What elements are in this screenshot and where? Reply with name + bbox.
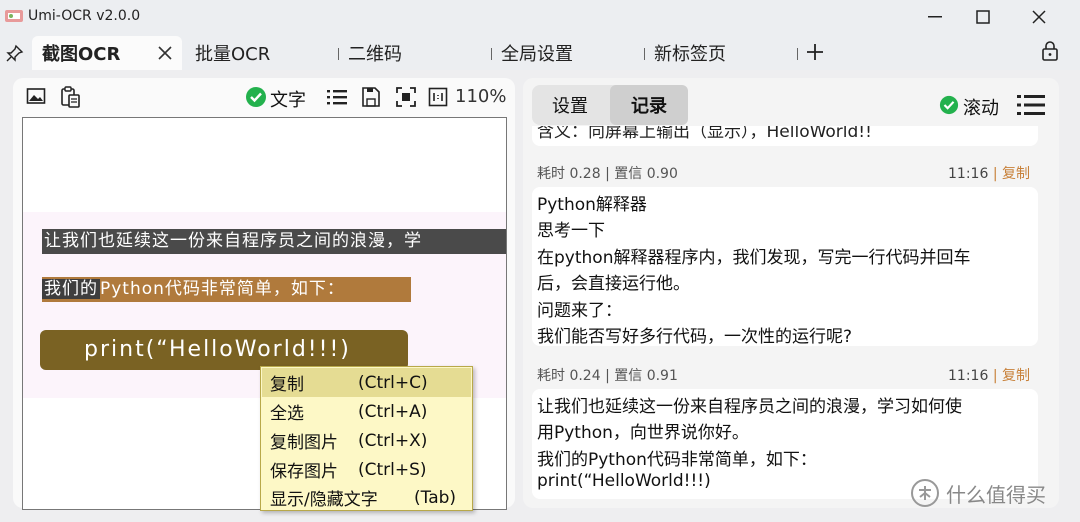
menu-item-toggle-text[interactable]: 显示/隐藏文字 (Tab) (262, 483, 471, 512)
tab-global-settings[interactable]: 全局设置 (501, 36, 641, 70)
ocr-text-line-1[interactable]: 让我们也延续这一份来自程序员之间的浪漫，学 (42, 229, 506, 254)
maximize-icon (976, 10, 990, 24)
tab-new[interactable]: 新标签页 (654, 36, 794, 70)
record-text-line[interactable]: Python解释器 (537, 190, 647, 215)
record-text-line[interactable]: 我们的Python代码非常简单，如下： (537, 445, 817, 470)
menu-item-shortcut: (Ctrl+A) (358, 401, 428, 422)
save-icon[interactable] (361, 86, 381, 108)
menu-item-label: 复制图片 (270, 433, 338, 453)
menu-item-shortcut: (Tab) (414, 487, 457, 508)
app-icon (5, 10, 23, 22)
record-text-line[interactable]: 后，会直接运行他。 (537, 269, 690, 294)
tab-label: 截图OCR (42, 44, 121, 65)
tab-separator (491, 48, 492, 60)
fit-screen-icon[interactable] (395, 86, 417, 108)
tab-label: 全局设置 (501, 44, 573, 65)
record-text-line[interactable]: 让我们也延续这一份来自程序员之间的浪漫，学习如何使 (537, 392, 962, 417)
close-icon (1032, 10, 1046, 24)
menu-item-shortcut: (Ctrl+S) (358, 459, 427, 480)
text-toggle-check-icon[interactable] (245, 86, 267, 108)
record-text-line[interactable]: print(“HelloWorld!!!) (537, 471, 711, 491)
watermark-text: 什么值得买 (946, 482, 1046, 507)
minimize-icon (928, 16, 942, 18)
tab-label: 设置 (552, 96, 588, 117)
tab-close-icon[interactable] (158, 46, 172, 60)
record-copy-link[interactable]: 复制 (1002, 166, 1030, 182)
list-view-icon[interactable] (326, 87, 348, 107)
paste-icon[interactable] (58, 85, 82, 109)
tab-separator (644, 48, 645, 60)
scroll-check-icon[interactable] (939, 95, 959, 115)
menu-item-copy-image[interactable]: 复制图片 (Ctrl+X) (262, 426, 471, 455)
menu-item-label: 保存图片 (270, 462, 338, 482)
ocr-text-highlight: 我们的 (42, 279, 100, 299)
add-tab-icon[interactable] (805, 42, 825, 62)
tab-qrcode[interactable]: 二维码 (348, 36, 488, 70)
tab-label: 批量OCR (195, 44, 271, 65)
pin-icon[interactable] (6, 44, 24, 62)
maximize-button[interactable] (960, 2, 1006, 32)
tab-batch-ocr[interactable]: 批量OCR (195, 36, 335, 70)
record-text-line[interactable]: 问题来了： (537, 296, 622, 321)
tab-records[interactable]: 记录 (610, 85, 688, 125)
zoom-level: 110% (455, 86, 507, 107)
record-meta: 耗时 0.24 | 置信 0.91 (537, 368, 678, 384)
menu-icon[interactable] (1017, 93, 1045, 117)
ocr-text-selected: Python代码非常简单，如下： (100, 279, 345, 299)
record-text-line[interactable]: 用Python，向世界说你好。 (537, 418, 749, 443)
menu-item-select-all[interactable]: 全选 (Ctrl+A) (262, 397, 471, 426)
menu-item-label: 复制 (270, 375, 304, 395)
tab-bar: 截图OCR 批量OCR 二维码 全局设置 新标签页 (0, 34, 1080, 70)
watermark: 什么值得买 (910, 478, 1046, 508)
record-card-clipped: 含义：向屏幕上输出（显示），HelloWorld!! (532, 126, 1038, 146)
menu-item-copy[interactable]: 复制 (Ctrl+C) (262, 368, 471, 397)
record-meta: 耗时 0.28 | 置信 0.90 (537, 166, 678, 182)
window-title: Umi-OCR v2.0.0 (28, 8, 141, 24)
tab-separator (338, 48, 339, 60)
record-time: 11:16 (948, 166, 989, 182)
tab-separator (797, 48, 798, 60)
record-text-line[interactable]: 我们能否写好多行代码，一次性的运行呢? (537, 322, 852, 347)
tab-label: 新标签页 (654, 44, 726, 65)
record-text-line[interactable]: 在python解释器程序内，我们发现，写完一行代码并回车 (537, 243, 970, 268)
title-bar: Umi-OCR v2.0.0 (0, 0, 1080, 34)
right-tab-switcher: 设置 记录 (532, 85, 688, 125)
close-window-button[interactable] (1016, 2, 1062, 32)
image-icon[interactable] (26, 87, 46, 105)
context-menu: 复制 (Ctrl+C) 全选 (Ctrl+A) 复制图片 (Ctrl+X) 保存… (260, 366, 473, 511)
record-separator: | (992, 368, 998, 384)
tab-label: 二维码 (348, 44, 402, 65)
record-copy-link[interactable]: 复制 (1002, 368, 1030, 384)
menu-item-label: 显示/隐藏文字 (270, 490, 378, 510)
ocr-code-block[interactable]: print(“HelloWorld!!!) (40, 330, 408, 370)
menu-item-save-image[interactable]: 保存图片 (Ctrl+S) (262, 455, 471, 484)
record-time-row: 11:16 | 复制 (948, 365, 1030, 385)
watermark-logo-icon (911, 479, 939, 507)
tab-screenshot-ocr[interactable]: 截图OCR (32, 36, 182, 70)
record-text-line[interactable]: 含义：向屏幕上输出（显示），HelloWorld!! (537, 126, 872, 142)
lock-icon[interactable] (1040, 40, 1060, 62)
text-toggle-label[interactable]: 文字 (270, 86, 306, 112)
ocr-text-line-2[interactable]: 我们的 Python代码非常简单，如下： (42, 277, 411, 302)
minimize-button[interactable] (912, 2, 958, 32)
record-separator: | (992, 166, 998, 182)
record-time-row: 11:16 | 复制 (948, 163, 1030, 183)
record-time: 11:16 (948, 368, 989, 384)
menu-item-shortcut: (Ctrl+X) (358, 430, 428, 451)
actual-size-icon[interactable] (428, 87, 448, 107)
menu-item-shortcut: (Ctrl+C) (358, 372, 428, 393)
record-text-line[interactable]: 思考一下 (537, 216, 605, 241)
menu-item-label: 全选 (270, 404, 304, 424)
tab-settings[interactable]: 设置 (532, 85, 608, 125)
scroll-label[interactable]: 滚动 (963, 94, 999, 120)
tab-label: 记录 (631, 96, 667, 117)
